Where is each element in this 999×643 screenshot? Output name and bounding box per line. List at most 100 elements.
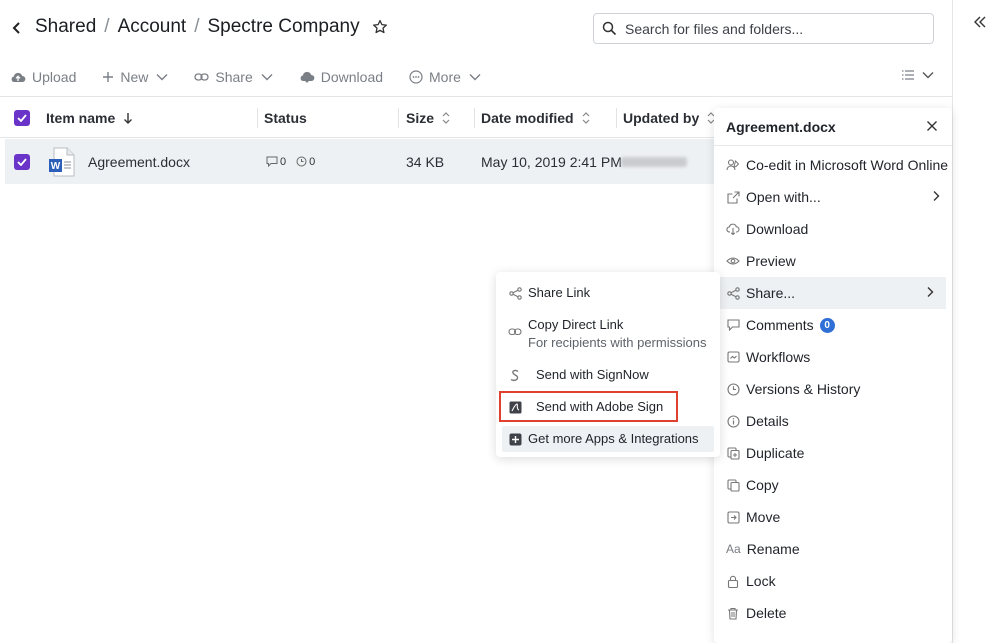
column-header-name[interactable]: Item name xyxy=(46,110,133,126)
submenu-label: Send with Adobe Sign xyxy=(536,399,664,414)
column-divider[interactable] xyxy=(616,108,617,128)
upload-button[interactable]: Upload xyxy=(10,69,76,85)
menu-item-copy[interactable]: Copy xyxy=(714,469,952,501)
duplicate-icon xyxy=(726,446,740,460)
menu-item-label: Duplicate xyxy=(746,445,805,461)
comment-icon xyxy=(726,318,740,332)
column-divider[interactable] xyxy=(257,108,258,128)
select-all-checkbox[interactable] xyxy=(14,110,30,126)
column-header-name-label: Item name xyxy=(46,110,116,126)
check-icon xyxy=(17,157,27,166)
cloud-download-icon xyxy=(726,222,740,236)
menu-item-workflows[interactable]: Workflows xyxy=(714,341,952,373)
share-label: Share xyxy=(215,69,253,85)
menu-item-label: Share... xyxy=(746,285,796,301)
external-link-icon xyxy=(726,190,740,204)
more-label: More xyxy=(429,69,461,85)
submenu-get-more-apps[interactable]: Get more Apps & Integrations xyxy=(508,431,699,446)
column-divider[interactable] xyxy=(398,108,399,128)
version-count-value: 0 xyxy=(309,155,316,168)
menu-item-label: Preview xyxy=(746,253,796,269)
check-icon xyxy=(17,114,27,122)
column-header-updated-by[interactable]: Updated by xyxy=(623,110,715,126)
breadcrumb-separator: / xyxy=(194,16,200,37)
share-button[interactable]: Share xyxy=(194,69,273,85)
menu-item-rename[interactable]: Aa Rename xyxy=(714,533,952,565)
menu-item-duplicate[interactable]: Duplicate xyxy=(714,437,952,469)
menu-item-move[interactable]: Move xyxy=(714,501,952,533)
menu-item-delete[interactable]: Delete xyxy=(714,597,952,629)
menu-item-label: Copy xyxy=(746,477,779,493)
table-row[interactable]: W Agreement.docx 0 0 34 KB May 10, 2019 … xyxy=(5,139,720,184)
menu-item-label: Versions & History xyxy=(746,381,861,397)
menu-item-preview[interactable]: Preview xyxy=(714,245,952,277)
collapse-panel-button[interactable] xyxy=(972,14,988,30)
breadcrumb-separator: / xyxy=(104,16,110,37)
menu-item-details[interactable]: Details xyxy=(714,405,952,437)
menu-item-share[interactable]: Share... xyxy=(718,277,946,309)
chevron-right-icon xyxy=(933,191,940,201)
search-input[interactable] xyxy=(625,20,915,37)
right-rail xyxy=(952,0,999,643)
menu-item-open-with[interactable]: Open with... xyxy=(714,181,952,213)
status-cell: 0 0 xyxy=(266,139,325,184)
menu-item-download[interactable]: Download xyxy=(714,213,952,245)
menu-item-versions[interactable]: Versions & History xyxy=(714,373,952,405)
submenu-sublabel: For recipients with permissions xyxy=(528,335,707,350)
menu-item-comments[interactable]: Comments 0 xyxy=(714,309,952,341)
clock-icon xyxy=(726,382,740,396)
back-button[interactable] xyxy=(10,18,24,38)
more-button[interactable]: More xyxy=(409,69,481,85)
comments-badge: 0 xyxy=(819,317,835,333)
updated-by-redacted xyxy=(621,139,687,184)
menu-item-label: Delete xyxy=(746,605,787,621)
copy-icon xyxy=(726,478,740,492)
chevron-down-icon xyxy=(469,74,481,81)
menu-item-label: Details xyxy=(746,413,789,429)
submenu-adobe-sign[interactable]: Send with Adobe Sign xyxy=(508,399,663,414)
search-box[interactable] xyxy=(593,13,934,44)
link-icon xyxy=(194,73,210,81)
new-label: New xyxy=(120,69,149,85)
context-menu-list: Co-edit in Microsoft Word Online Open wi… xyxy=(714,146,952,629)
new-button[interactable]: New xyxy=(102,69,168,85)
column-divider[interactable] xyxy=(474,108,475,128)
file-size: 34 KB xyxy=(406,153,445,170)
download-button[interactable]: Download xyxy=(299,69,383,85)
column-header-date[interactable]: Date modified xyxy=(481,110,590,126)
row-checkbox-box[interactable] xyxy=(14,153,30,170)
menu-item-lock[interactable]: Lock xyxy=(714,565,952,597)
share-icon xyxy=(508,286,522,300)
file-icon-cell: W xyxy=(48,139,75,184)
date-modified: May 10, 2019 2:41 PM xyxy=(481,153,622,170)
star-icon[interactable] xyxy=(372,19,388,35)
share-submenu: Share Link Copy Direct Link For recipien… xyxy=(496,272,720,457)
context-menu-header: Agreement.docx xyxy=(714,108,952,146)
comment-count[interactable]: 0 xyxy=(266,156,286,168)
chevron-down-icon xyxy=(922,72,934,79)
column-header-status[interactable]: Status xyxy=(264,110,307,126)
submenu-signnow[interactable]: Send with SignNow xyxy=(508,367,649,382)
view-toggle[interactable] xyxy=(902,70,934,80)
submenu-share-link[interactable]: Share Link xyxy=(508,285,590,300)
context-menu-title: Agreement.docx xyxy=(726,118,836,135)
breadcrumb-account[interactable]: Account xyxy=(118,16,187,38)
menu-item-co-edit[interactable]: Co-edit in Microsoft Word Online xyxy=(714,149,952,181)
context-menu: Agreement.docx Co-edit in Microsoft Word… xyxy=(714,108,952,643)
upload-label: Upload xyxy=(32,69,77,85)
menu-item-label: Workflows xyxy=(746,349,811,365)
submenu-label: Share Link xyxy=(528,285,591,300)
breadcrumb-current: Spectre Company xyxy=(207,16,360,37)
breadcrumb-shared[interactable]: Shared xyxy=(35,16,96,38)
column-header-status-label: Status xyxy=(264,110,307,126)
close-icon[interactable] xyxy=(926,120,938,132)
submenu-copy-direct-link[interactable]: Copy Direct Link For recipients with per… xyxy=(508,317,706,350)
version-count[interactable]: 0 xyxy=(296,156,315,168)
comment-count-value: 0 xyxy=(280,155,287,168)
file-name[interactable]: Agreement.docx xyxy=(88,139,190,184)
column-header-size[interactable]: Size xyxy=(406,110,450,126)
row-checkbox[interactable] xyxy=(14,139,30,184)
chevron-left-icon xyxy=(12,22,20,34)
share-icon xyxy=(726,286,740,300)
rename-icon: Aa xyxy=(726,542,741,556)
